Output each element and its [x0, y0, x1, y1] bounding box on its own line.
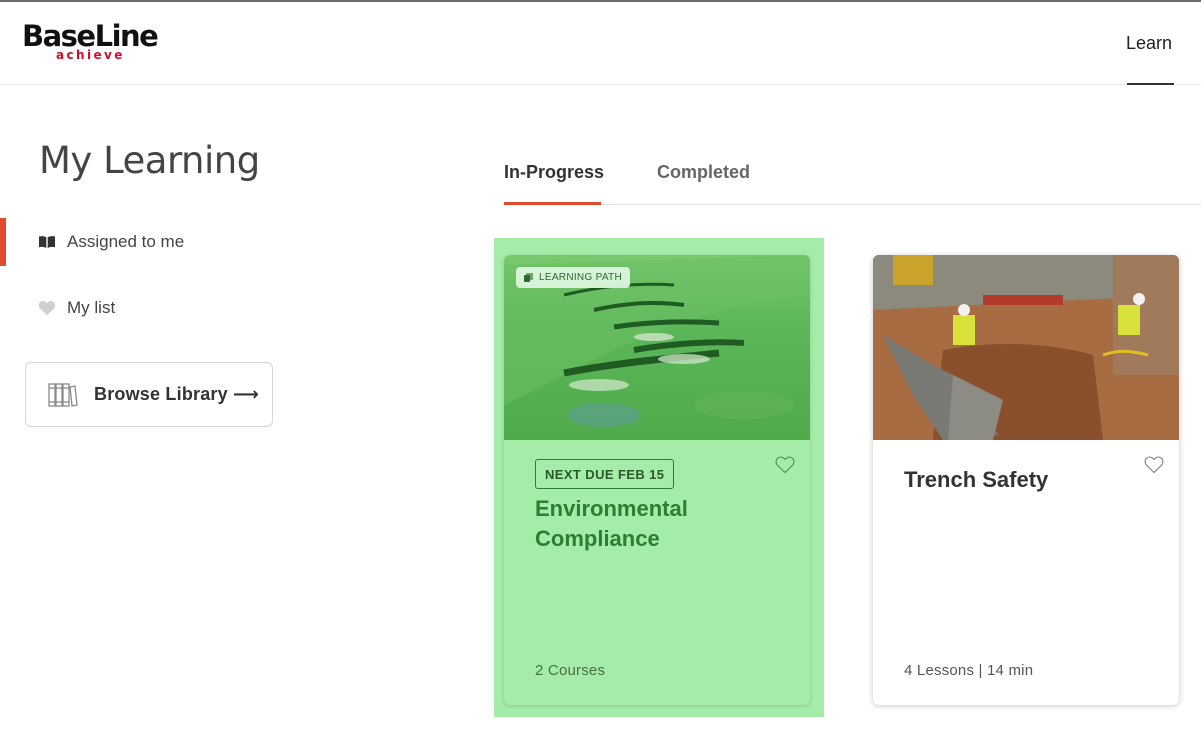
- tabs-divider: [504, 204, 1201, 205]
- sidebar-item-assigned-to-me[interactable]: Assigned to me: [0, 218, 460, 266]
- library-books-icon: [48, 382, 78, 408]
- course-card-trench-safety[interactable]: Trench Safety 4 Lessons | 14 min: [873, 255, 1179, 705]
- baseline-achieve-logo[interactable]: BaseLine achieve: [22, 19, 167, 67]
- learning-path-badge: LEARNING PATH: [516, 267, 630, 288]
- card-thumbnail-image: [873, 255, 1179, 440]
- next-due-badge: NEXT DUE FEB 15: [535, 459, 675, 489]
- learning-path-card-environmental-compliance[interactable]: LEARNING PATH NEXT DUE FEB 15 Environmen…: [504, 255, 810, 705]
- logo-tagline: achieve: [56, 48, 125, 62]
- page-title: My Learning: [39, 139, 260, 182]
- nav-learn-link[interactable]: Learn: [1126, 32, 1172, 54]
- top-header: BaseLine achieve Learn: [0, 2, 1201, 85]
- learning-path-icon: [524, 273, 533, 282]
- browse-library-label: Browse Library ⟶: [94, 384, 260, 404]
- favorite-heart-icon[interactable]: [775, 455, 795, 474]
- browse-library-button[interactable]: Browse Library ⟶: [25, 362, 273, 427]
- sidebar-item-my-list[interactable]: My list: [0, 284, 460, 332]
- active-item-marker: [0, 218, 6, 266]
- card-meta: 2 Courses: [535, 662, 606, 679]
- card-meta: 4 Lessons | 14 min: [904, 662, 1034, 679]
- card-title: Trench Safety: [904, 467, 1049, 492]
- tab-in-progress[interactable]: In-Progress: [504, 161, 604, 183]
- learning-path-badge-label: LEARNING PATH: [539, 272, 622, 283]
- open-book-icon: [38, 233, 56, 251]
- heart-icon: [38, 299, 56, 317]
- card-title: Environmental Compliance: [535, 496, 688, 551]
- tab-completed[interactable]: Completed: [657, 161, 750, 183]
- sidebar-item-label: Assigned to me: [67, 232, 185, 251]
- nav-learn-active-indicator: [1127, 83, 1174, 85]
- sidebar-item-label: My list: [67, 298, 116, 317]
- active-tab-indicator: [504, 202, 601, 205]
